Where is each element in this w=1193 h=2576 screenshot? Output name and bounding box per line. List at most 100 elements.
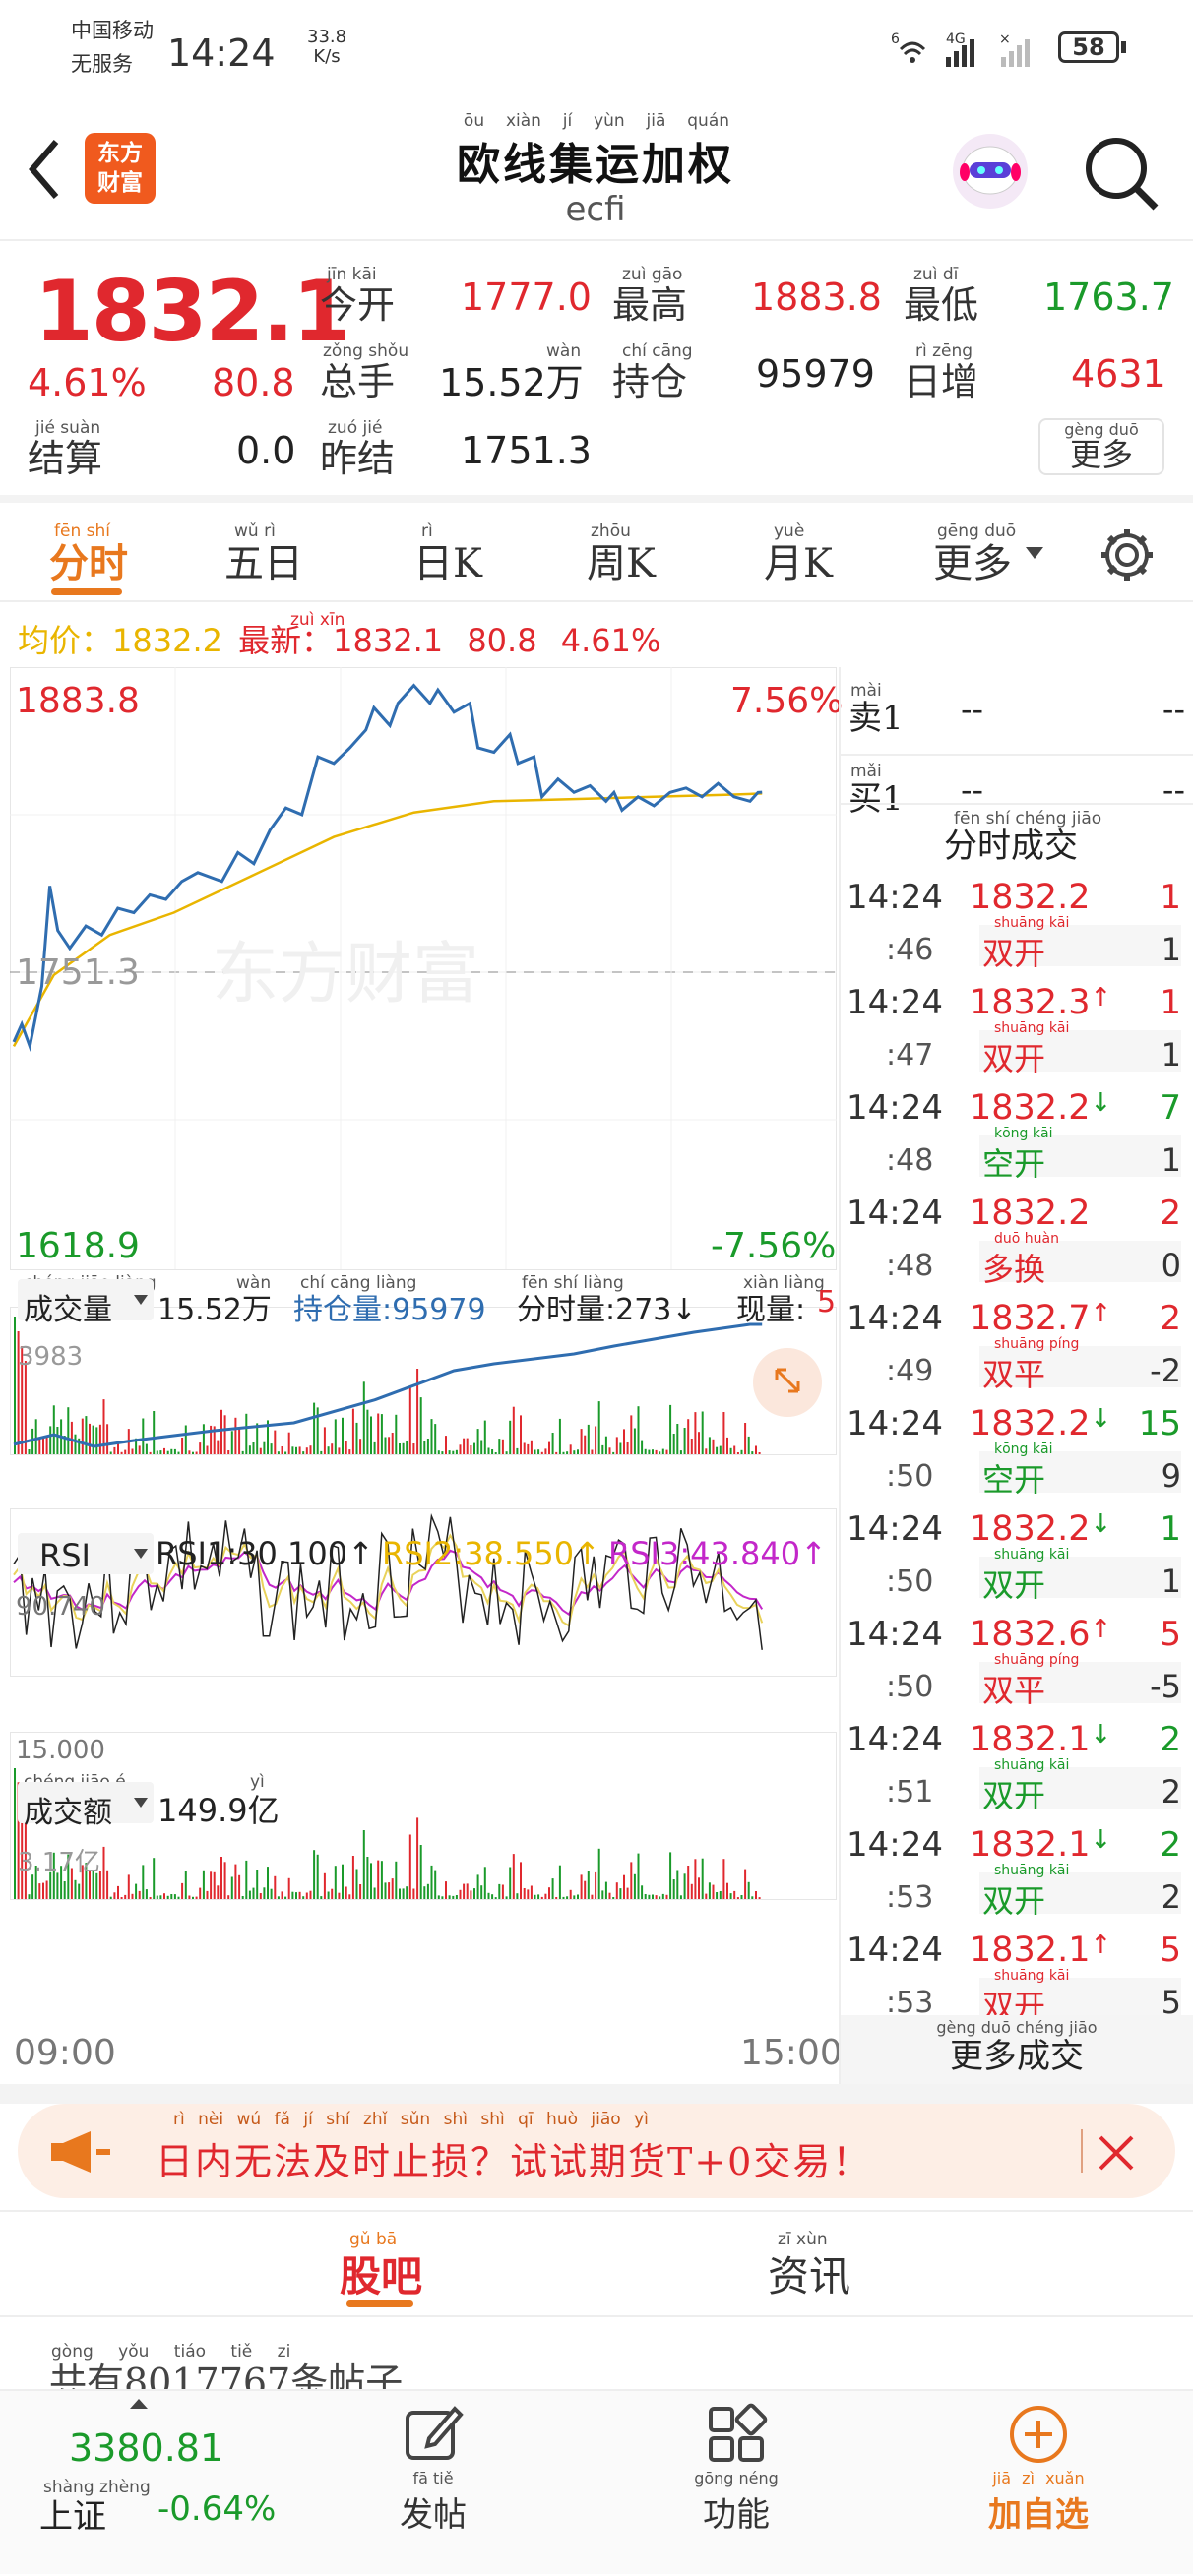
more-button[interactable]: gèng duō 更多 bbox=[1038, 418, 1164, 475]
volume-bar bbox=[109, 1451, 112, 1454]
expand-button[interactable] bbox=[753, 1348, 822, 1417]
volume-bar bbox=[669, 1404, 672, 1454]
trade-volume: 5 bbox=[1160, 1931, 1181, 1970]
volume-bar bbox=[445, 1436, 447, 1454]
tab-more[interactable]: 更多 bbox=[933, 531, 1012, 588]
amount-selector[interactable]: 成交额 bbox=[18, 1782, 154, 1830]
tab-day-k[interactable]: 日K bbox=[413, 531, 482, 588]
current-volume-label: 现量: bbox=[736, 1293, 806, 1327]
chevron-down-icon bbox=[134, 1798, 148, 1808]
amount-bar bbox=[505, 1896, 508, 1899]
title-pinyin: ōu xiàn jí yùn jiā quán bbox=[453, 111, 740, 131]
amount-bar bbox=[562, 1896, 565, 1899]
header: 东方财富 ōu xiàn jí yùn jiā quán 欧线集运加权 ecfi bbox=[0, 103, 1193, 241]
close-icon[interactable] bbox=[1097, 2133, 1136, 2173]
volume-bar bbox=[241, 1450, 244, 1454]
volume-bar bbox=[412, 1443, 415, 1454]
volume-bar bbox=[331, 1443, 334, 1454]
volume-bar bbox=[630, 1415, 633, 1454]
volume-bar bbox=[145, 1443, 148, 1454]
volume-bar bbox=[633, 1428, 636, 1454]
more-trades-label: 更多成交 bbox=[950, 2037, 1084, 2076]
divider bbox=[0, 2084, 1193, 2104]
amount-bar bbox=[705, 1893, 708, 1899]
amount-bar bbox=[220, 1857, 222, 1899]
open-interest-line bbox=[13, 1322, 763, 1448]
amount-bar bbox=[408, 1834, 411, 1899]
volume-bar bbox=[758, 1452, 761, 1454]
amount-bar bbox=[619, 1888, 622, 1899]
carrier-name: 中国移动 bbox=[71, 19, 154, 42]
page-title: 欧线集运加权 bbox=[457, 140, 734, 190]
volume-bar bbox=[408, 1386, 411, 1454]
trade-seconds: :49 bbox=[886, 1354, 934, 1388]
robot-avatar-icon[interactable] bbox=[950, 131, 1031, 212]
amount-bar bbox=[302, 1896, 305, 1899]
amount-bar bbox=[227, 1895, 230, 1899]
amount-bar bbox=[170, 1894, 173, 1899]
add-watchlist-button[interactable]: jiā zì xuǎn 加自选 bbox=[970, 2391, 1107, 2576]
volume-bar bbox=[234, 1417, 237, 1454]
volume-bar bbox=[612, 1451, 615, 1454]
volume-bar bbox=[52, 1405, 55, 1454]
amount-bar bbox=[366, 1857, 369, 1899]
edit-icon bbox=[406, 2406, 464, 2460]
volume-bar bbox=[113, 1446, 116, 1454]
low-value: 1763.7 bbox=[1043, 276, 1174, 319]
volume-bar bbox=[441, 1451, 444, 1454]
amount-bar bbox=[601, 1890, 604, 1899]
volume-bar bbox=[362, 1381, 365, 1454]
more-trades-button[interactable]: gèng duō chéng jiāo 更多成交 bbox=[839, 2015, 1193, 2084]
volume-bar bbox=[523, 1442, 526, 1454]
tab-five-day[interactable]: 五日 bbox=[224, 531, 303, 588]
search-icon[interactable] bbox=[1083, 135, 1162, 214]
index-ticker[interactable]: 3380.81 shàng zhèng 上证 -0.64% bbox=[0, 2391, 315, 2576]
back-arrow-icon[interactable] bbox=[25, 138, 64, 201]
volume-bar bbox=[320, 1450, 323, 1454]
chevron-down-icon[interactable] bbox=[1026, 547, 1043, 559]
tab-forum[interactable]: 股吧 bbox=[340, 2243, 422, 2303]
rsi-selector[interactable]: RSI bbox=[18, 1533, 154, 1574]
trade-price: 1832.2↓ bbox=[970, 1404, 1111, 1443]
volume-max-label: 3983 bbox=[18, 1342, 84, 1372]
volume-bar bbox=[406, 1441, 408, 1454]
tab-month-k[interactable]: 月K bbox=[764, 531, 833, 588]
trade-row: 14:24:53 1832.1↑ 5 shuāng kāi 双开 5 bbox=[847, 1917, 1193, 2025]
volume-bar bbox=[641, 1440, 644, 1454]
trade-price: 1832.1↓ bbox=[970, 1720, 1111, 1759]
rsi-min-label: 15.000 bbox=[16, 1736, 105, 1765]
tab-week-k[interactable]: 周K bbox=[587, 531, 656, 588]
tab-minute[interactable]: 分时 bbox=[49, 531, 128, 588]
y-max-pct-label: 7.56% bbox=[730, 681, 844, 721]
volume-bar bbox=[448, 1450, 451, 1454]
amount-bar bbox=[305, 1892, 308, 1899]
quote-summary: 1832.1 4.61% 80.8 jīn kāi 今开 1777.0 zuì … bbox=[0, 243, 1193, 495]
y-max-label: 1883.8 bbox=[16, 681, 140, 721]
speed-unit: K/s bbox=[313, 46, 341, 67]
volume-bar bbox=[426, 1439, 429, 1454]
amount-bar bbox=[661, 1893, 664, 1899]
amount-bar bbox=[334, 1866, 337, 1899]
gear-icon[interactable] bbox=[1098, 525, 1157, 584]
volume-selector[interactable]: 成交量 bbox=[18, 1279, 154, 1327]
amount-bar bbox=[494, 1897, 497, 1899]
amount-bar bbox=[145, 1889, 148, 1899]
trade-arrow: ↓ bbox=[1090, 1825, 1112, 1855]
trade-price-value: 1832.1 bbox=[970, 1825, 1091, 1865]
amount-bar bbox=[281, 1891, 283, 1899]
volume-bar bbox=[173, 1448, 176, 1454]
volume-bar bbox=[74, 1434, 77, 1454]
svg-text:6: 6 bbox=[891, 31, 900, 47]
prev-settle-label: 昨结 bbox=[320, 437, 396, 480]
promo-banner[interactable]: rì nèi wú fǎ jí shí zhǐ sǔn shì shì qī h… bbox=[18, 2104, 1175, 2198]
amount-bar bbox=[512, 1854, 515, 1899]
tab-news[interactable]: 资讯 bbox=[768, 2243, 850, 2303]
volume-bar bbox=[302, 1451, 305, 1454]
function-button[interactable]: gōng néng 功能 bbox=[677, 2391, 795, 2576]
trade-volume: 7 bbox=[1160, 1088, 1181, 1128]
trade-time: 14:24 bbox=[847, 1825, 943, 1865]
trade-row: 14:24:53 1832.1↓ 2 shuāng kāi 双开 2 bbox=[847, 1811, 1193, 1920]
amount-bar bbox=[270, 1888, 273, 1899]
post-button[interactable]: fā tiě 发帖 bbox=[374, 2391, 492, 2576]
volume-bar bbox=[106, 1424, 109, 1454]
